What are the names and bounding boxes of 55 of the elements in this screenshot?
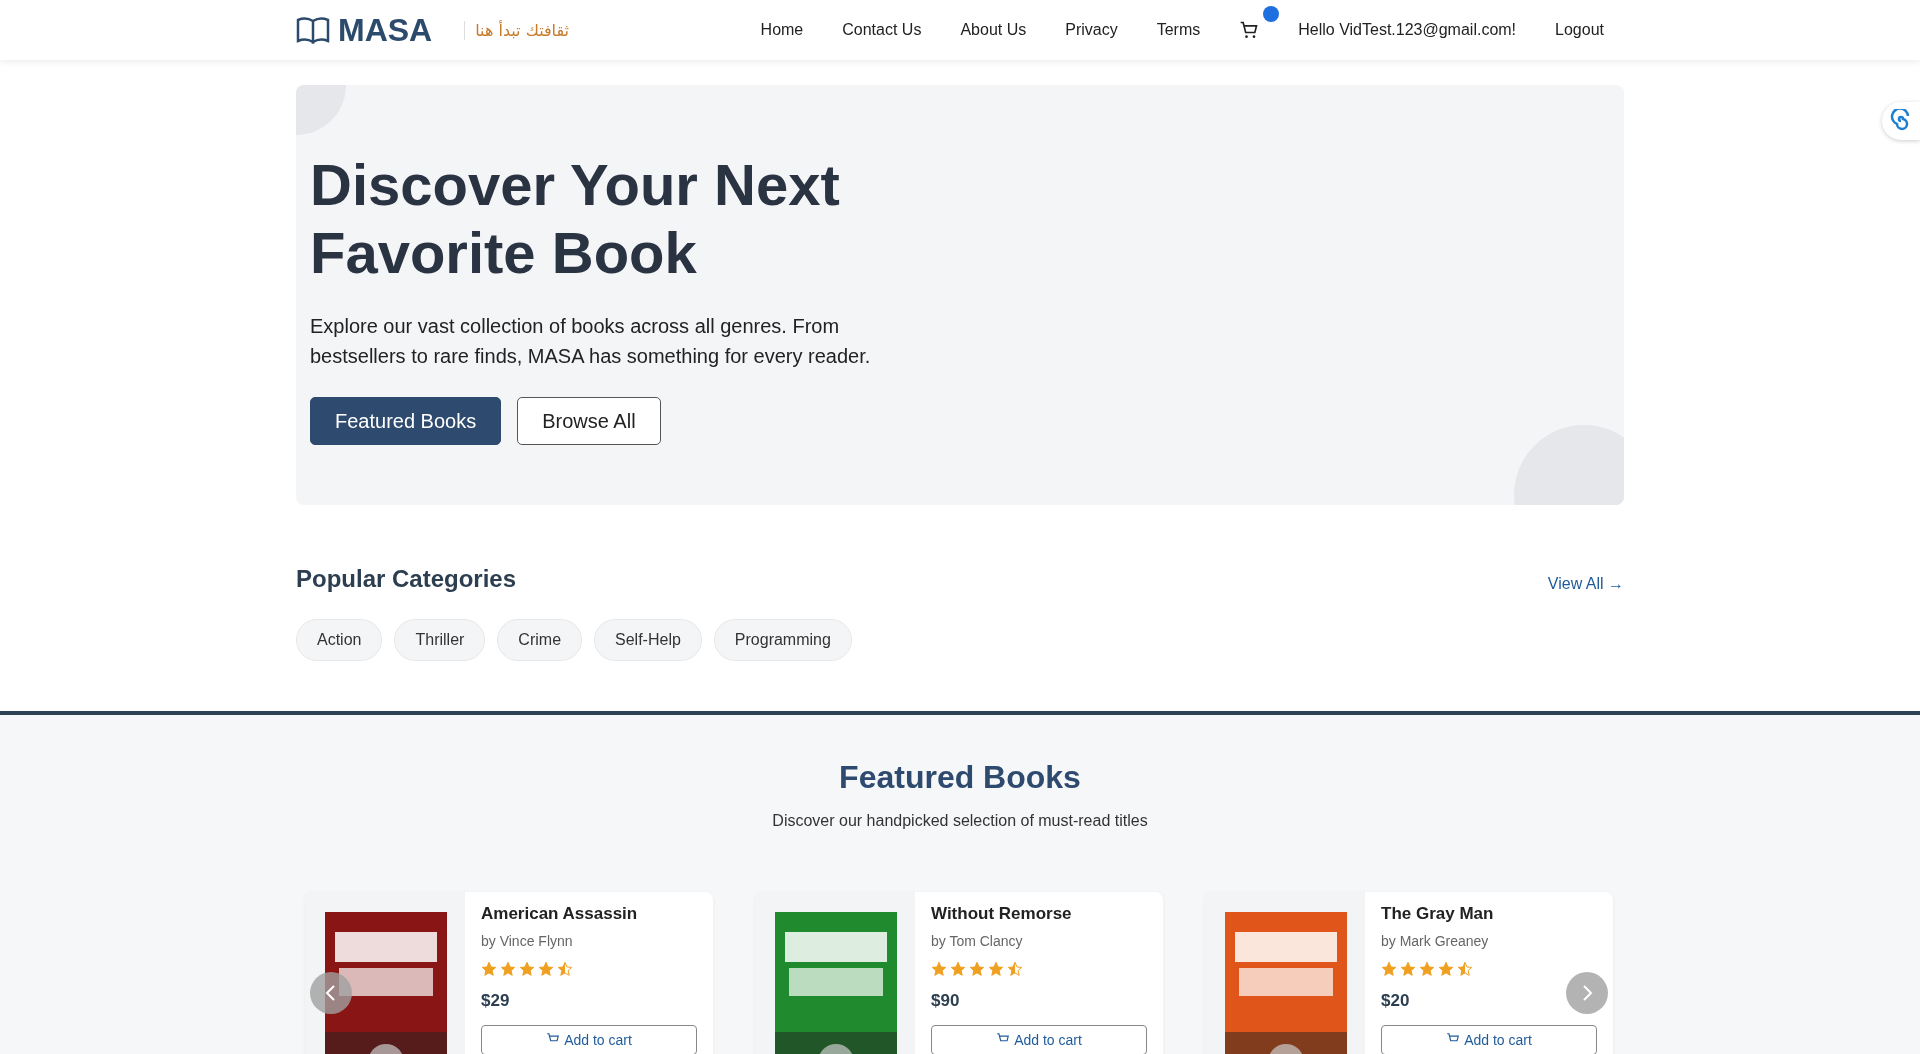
nav-link[interactable]: About Us — [960, 21, 1027, 39]
assistant-button[interactable] — [1882, 102, 1920, 140]
star-icon — [988, 961, 1004, 977]
brand-name[interactable]: MASA — [338, 11, 433, 49]
category-chip[interactable]: Crime — [497, 619, 583, 661]
star-icon — [1457, 961, 1473, 977]
nav-link[interactable]: Home — [760, 21, 804, 39]
star-icon — [519, 961, 535, 977]
section-title: Featured Books — [838, 759, 1082, 796]
featured-books-button[interactable]: Featured Books — [310, 397, 502, 445]
book-icon — [296, 16, 330, 44]
book-title[interactable]: Without Remorse — [931, 904, 1147, 924]
star-icon — [950, 961, 966, 977]
nav-link[interactable]: Contact Us — [842, 21, 922, 39]
star-icon — [500, 961, 516, 977]
category-chip[interactable]: Thriller — [394, 619, 486, 661]
add-to-cart-button[interactable]: Add to cart — [481, 1025, 697, 1054]
hero-title: Discover Your Next Favorite Book — [310, 151, 841, 287]
book-title[interactable]: The Gray Man — [1381, 904, 1597, 924]
nav-link[interactable]: Logout — [1555, 21, 1604, 39]
book-author: by Vince Flynn — [481, 933, 574, 949]
category-chip[interactable]: Action — [296, 619, 383, 661]
category-chip[interactable]: Programming — [713, 619, 852, 661]
star-icon — [931, 961, 947, 977]
hero-text: Explore our vast collection of books across all genres. From bestsellers to rare finds, MASA has something for every reader. — [310, 314, 872, 369]
star-icon — [1400, 961, 1416, 977]
star-icon — [969, 961, 985, 977]
nav-link[interactable]: Hello VidTest.123@gmail.com! — [1298, 21, 1517, 39]
star-icon — [1007, 961, 1023, 977]
book-price: $29 — [481, 991, 510, 1011]
star-icon — [1419, 961, 1435, 977]
chevron-right-icon — [1580, 983, 1594, 1003]
star-icon — [1438, 961, 1454, 977]
nav-link[interactable]: Privacy — [1065, 21, 1118, 39]
book-author: by Mark Greaney — [1381, 933, 1490, 949]
browse-all-button[interactable]: Browse All — [517, 397, 661, 445]
category-chip[interactable]: Self-Help — [594, 619, 702, 661]
star-icon — [481, 961, 497, 977]
tagline: ثقافتك تبدأ هنا — [464, 20, 570, 40]
book-price: $20 — [1381, 991, 1410, 1011]
cart-badge — [1263, 6, 1280, 22]
star-icon — [1381, 961, 1397, 977]
nav-link[interactable]: Terms — [1156, 21, 1201, 39]
book-price: $90 — [931, 991, 960, 1011]
add-to-cart-button[interactable]: Add to cart — [1381, 1025, 1597, 1054]
section-subtitle: Discover our handpicked selection of must-read titles — [771, 812, 1149, 830]
section-title: Popular Categories — [296, 565, 517, 593]
cart-icon[interactable] — [1239, 20, 1260, 40]
star-icon — [538, 961, 554, 977]
add-to-cart-button[interactable]: Add to cart — [931, 1025, 1147, 1054]
view-all-link[interactable]: View All → — [1547, 575, 1624, 593]
book-title[interactable]: American Assassin — [481, 904, 697, 924]
chevron-left-icon — [324, 983, 338, 1003]
book-author: by Tom Clancy — [931, 933, 1024, 949]
star-icon — [557, 961, 573, 977]
